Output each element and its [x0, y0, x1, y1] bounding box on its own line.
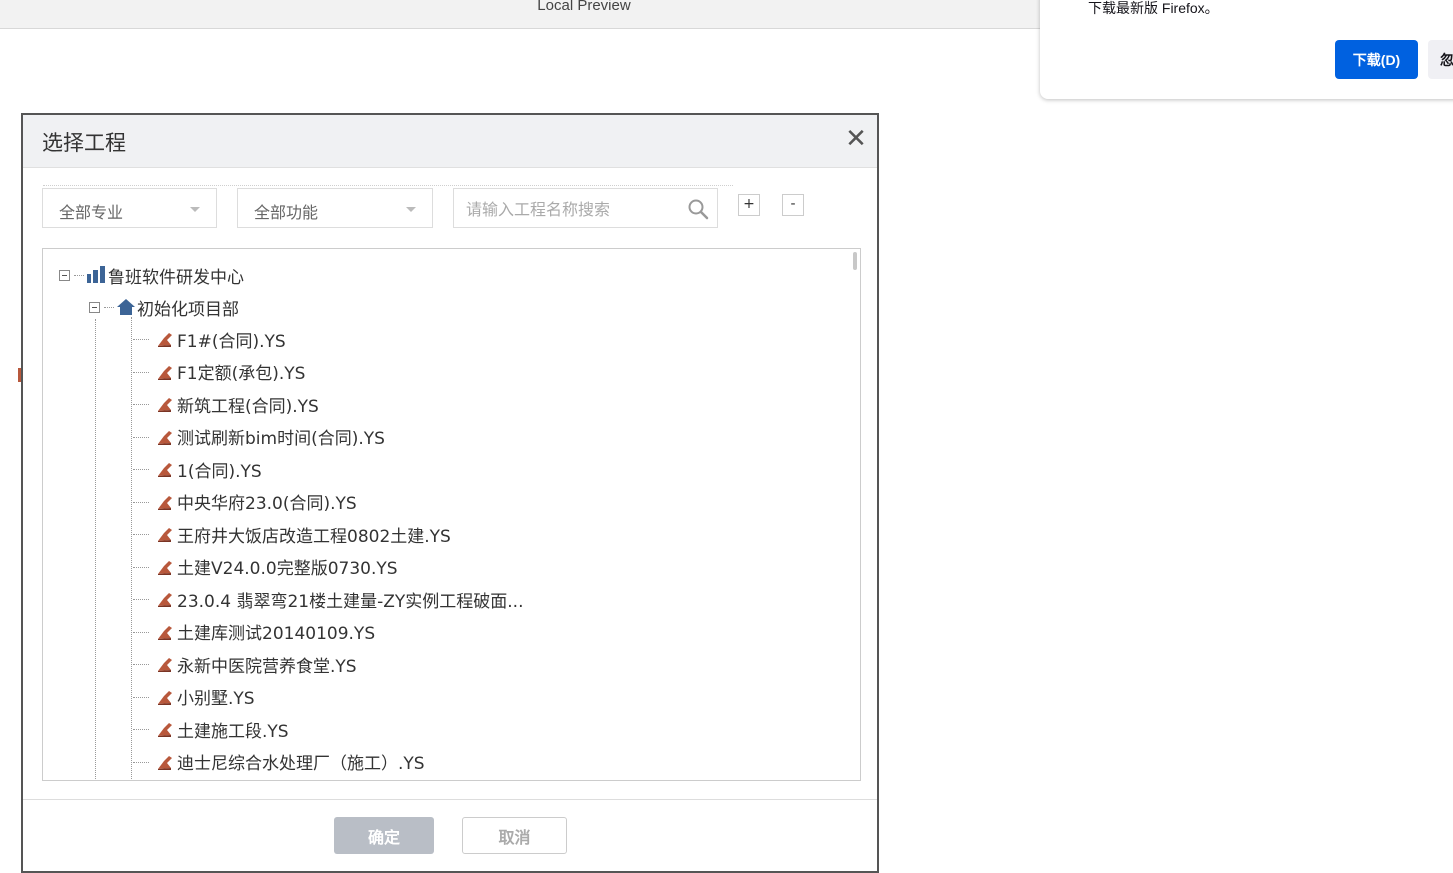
- tree-connector: [74, 274, 84, 276]
- tree-node-label: 中央华府23.0(合同).YS: [177, 494, 357, 514]
- project-file-icon: [155, 687, 175, 707]
- project-tree: 鲁班软件研发中心 初始化项目部 F1#(合同).YS F1定额(承包).YS 新筑工…: [42, 248, 861, 781]
- search-box: [453, 188, 718, 228]
- tree-node-label: 迪士尼综合水处理厂（施工）.YS: [177, 754, 425, 774]
- tree-node-department[interactable]: 初始化项目部: [89, 293, 239, 321]
- tree-node-project[interactable]: 23.0.4 翡翠弯21楼土建量-ZY实例工程破面...: [155, 585, 523, 613]
- dialog-header: 选择工程 ✕: [23, 115, 877, 168]
- tree-guide-line: [131, 317, 132, 780]
- tree-node-project[interactable]: 土建施工段.YS: [155, 715, 289, 743]
- tree-node-label: 23.0.4 翡翠弯21楼土建量-ZY实例工程破面...: [177, 591, 524, 612]
- tree-guide-line: [95, 319, 96, 780]
- project-file-icon: [155, 362, 175, 382]
- search-icon[interactable]: [686, 197, 710, 221]
- tree-node-project[interactable]: F1定额(承包).YS: [155, 358, 305, 386]
- tree-node-label: 测试刷新bim时间(合同).YS: [177, 429, 385, 449]
- project-file-icon: [155, 719, 175, 739]
- tree-node-project[interactable]: 土建V24.0.0完整版0730.YS: [155, 553, 398, 581]
- function-select-value: 全部功能: [254, 203, 319, 222]
- scrollbar-thumb[interactable]: [853, 252, 857, 270]
- tree-node-label: 永新中医院营养食堂.YS: [177, 656, 357, 677]
- chevron-down-icon: [190, 207, 200, 212]
- tree-node-label: F1#(合同).YS: [177, 331, 286, 352]
- collapse-toggle-icon[interactable]: [89, 301, 100, 313]
- tree-node-label: 鲁班软件研发中心: [108, 267, 244, 288]
- project-file-icon: [155, 589, 175, 609]
- tree-connector: [133, 729, 149, 730]
- collapse-all-button[interactable]: -: [782, 194, 804, 216]
- tree-node-project[interactable]: F1#(合同).YS: [155, 325, 286, 353]
- tree-node-project[interactable]: 永新中医院营养食堂.YS: [155, 650, 357, 678]
- expand-all-button[interactable]: +: [738, 194, 760, 216]
- tree-node-root[interactable]: 鲁班软件研发中心: [59, 261, 244, 289]
- tree-node-project[interactable]: 新筑工程(合同).YS: [155, 390, 319, 418]
- tree-node-project[interactable]: 中央华府23.0(合同).YS: [155, 488, 357, 516]
- project-file-icon: [155, 459, 175, 479]
- chevron-down-icon: [406, 207, 416, 212]
- tree-node-label: 1(合同).YS: [177, 461, 262, 482]
- ignore-button[interactable]: 忽: [1428, 40, 1453, 79]
- specialty-select-value: 全部专业: [59, 203, 124, 222]
- tree-node-project[interactable]: 小别墅.YS: [155, 683, 255, 711]
- tree-connector: [133, 469, 149, 470]
- building-icon: [87, 266, 105, 283]
- tree-node-label: 土建施工段.YS: [177, 721, 289, 742]
- cancel-button[interactable]: 取消: [462, 817, 567, 854]
- tree-connector: [133, 566, 149, 568]
- tree-connector: [133, 664, 149, 665]
- tree-node-label: 初始化项目部: [137, 299, 239, 320]
- tree-node-label: 土建V24.0.0完整版0730.YS: [177, 559, 398, 579]
- project-file-icon: [155, 654, 175, 674]
- tree-node-label: 新筑工程(合同).YS: [177, 396, 319, 417]
- tree-node-project[interactable]: 1(合同).YS: [155, 455, 262, 483]
- tree-connector: [133, 761, 149, 763]
- notification-message: 下载最新版 Firefox。: [1088, 0, 1219, 16]
- tree-connector: [133, 371, 149, 373]
- tree-connector: [133, 599, 149, 600]
- tree-connector: [133, 404, 149, 405]
- footer-divider: [23, 799, 877, 800]
- tree-node-label: 土建库测试20140109.YS: [177, 624, 376, 644]
- project-file-icon: [155, 622, 175, 642]
- tree-node-project[interactable]: 土建库测试20140109.YS: [155, 618, 375, 646]
- tree-connector: [133, 436, 149, 438]
- project-file-icon: [155, 752, 175, 772]
- project-file-icon: [155, 524, 175, 544]
- collapse-toggle-icon[interactable]: [59, 269, 70, 281]
- firefox-update-notification: 下载最新版 Firefox。 下载(D) 忽: [1040, 0, 1453, 99]
- tree-node-label: 小别墅.YS: [177, 689, 255, 709]
- tree-node-label: F1定额(承包).YS: [177, 364, 306, 384]
- project-search-input[interactable]: [464, 197, 678, 221]
- dialog-title: 选择工程: [42, 131, 126, 155]
- project-file-icon: [155, 427, 175, 447]
- tree-connector: [133, 696, 149, 698]
- project-file-icon: [155, 492, 175, 512]
- specialty-select[interactable]: 全部专业: [42, 188, 217, 228]
- filter-divider: [43, 185, 733, 186]
- tree-node-project[interactable]: 迪士尼综合水处理厂（施工）.YS: [155, 748, 425, 776]
- project-file-icon: [155, 557, 175, 577]
- tree-node-project[interactable]: 测试刷新bim时间(合同).YS: [155, 423, 385, 451]
- tree-connector: [104, 306, 114, 308]
- select-project-dialog: 选择工程 ✕ 全部专业 全部功能 + -: [21, 113, 879, 873]
- download-button[interactable]: 下载(D): [1335, 40, 1418, 79]
- project-file-icon: [155, 394, 175, 414]
- confirm-button[interactable]: 确定: [334, 817, 434, 854]
- close-icon[interactable]: ✕: [843, 126, 869, 152]
- tree-connector: [133, 339, 149, 340]
- preview-title: Local Preview: [537, 0, 631, 14]
- tree-connector: [133, 501, 149, 503]
- function-select[interactable]: 全部功能: [237, 188, 433, 228]
- project-file-icon: [155, 329, 175, 349]
- tree-node-project[interactable]: 王府井大饭店改造工程0802土建.YS: [155, 520, 451, 548]
- tree-connector: [133, 631, 149, 633]
- tree-node-label: 王府井大饭店改造工程0802土建.YS: [177, 526, 451, 547]
- tree-connector: [133, 534, 149, 535]
- home-icon: [117, 299, 135, 315]
